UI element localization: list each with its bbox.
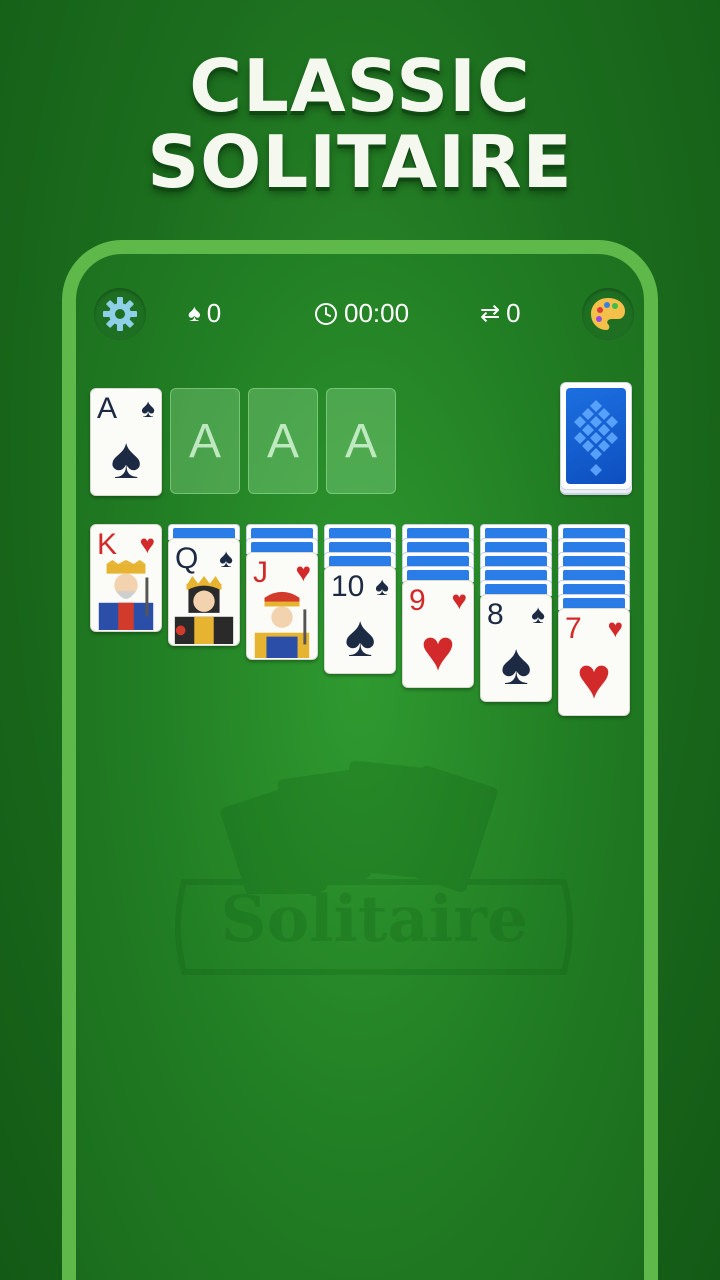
swap-arrows-icon: ⇄: [480, 300, 501, 327]
card-rank: 8: [487, 598, 504, 631]
card-suit-large: ♥: [576, 646, 612, 711]
tableau-card-nine[interactable]: 9 ♥ ♥: [402, 580, 474, 688]
card-suit-small: ♥: [139, 529, 155, 559]
top-bar: ♠ 0 00:00 ⇄ 0: [76, 254, 644, 374]
card-rank: Q: [175, 542, 199, 575]
promo-title: CLASSIC SOLITAIRE: [0, 48, 720, 200]
card-rank: J: [253, 556, 268, 589]
card-suit-small: ♠: [219, 543, 233, 573]
stock-pile[interactable]: [560, 382, 632, 490]
card-rank: 10: [331, 570, 365, 603]
score-value: 0: [206, 298, 222, 328]
promo-title-line2: SOLITAIRE: [147, 120, 573, 204]
moves-value: 0: [506, 298, 521, 328]
card-back: [566, 388, 626, 484]
card-rank: K: [97, 528, 118, 561]
king-face-art: [98, 560, 154, 630]
gear-icon: [103, 297, 137, 331]
foundation-slot-4[interactable]: A: [326, 388, 396, 494]
phone-frame: ♠ 0 00:00 ⇄ 0 A ♠ ♠ A A A K ♥ Q ♠ J ♥ 10…: [62, 240, 658, 1280]
card-suit-small: ♠: [141, 393, 155, 423]
card-suit-large: ♠: [500, 632, 532, 697]
queen-face-art: [174, 575, 234, 644]
card-suit-small: ♠: [531, 599, 545, 629]
settings-button[interactable]: [94, 288, 146, 340]
jack-face-art: [254, 591, 310, 658]
tableau-card-jack[interactable]: J ♥: [246, 552, 318, 660]
timer-display: 00:00: [314, 298, 409, 329]
card-rank: 9: [409, 584, 426, 617]
card-rank: 7: [565, 612, 582, 645]
watermark-text: Solitaire: [220, 882, 528, 957]
foundation-placeholder: A: [188, 414, 221, 468]
card-suit-small: ♥: [607, 613, 623, 643]
tableau-card-king[interactable]: K ♥: [90, 524, 162, 632]
tableau-card-seven[interactable]: 7 ♥ ♥: [558, 608, 630, 716]
card-suit-large: ♠: [110, 426, 142, 491]
card-suit-small: ♠: [375, 571, 389, 601]
card-rank: A: [97, 392, 118, 425]
solitaire-watermark-logo: Solitaire: [164, 754, 584, 994]
tableau-card-queen[interactable]: Q ♠: [168, 538, 240, 646]
foundation-spades[interactable]: A ♠ ♠: [90, 388, 162, 496]
moves-display: ⇄ 0: [480, 298, 521, 329]
foundation-slot-3[interactable]: A: [248, 388, 318, 494]
card-suit-small: ♥: [295, 557, 311, 587]
timer-value: 00:00: [344, 298, 410, 328]
foundation-placeholder: A: [344, 414, 377, 468]
card-suit-large: ♥: [420, 618, 456, 683]
spade-icon: ♠: [188, 299, 201, 327]
promo-title-line1: CLASSIC: [189, 44, 531, 128]
palette-icon: [591, 298, 625, 330]
diamond-pattern-icon: [574, 400, 618, 476]
theme-button[interactable]: [582, 288, 634, 340]
foundation-slot-2[interactable]: A: [170, 388, 240, 494]
foundation-placeholder: A: [266, 414, 299, 468]
card-suit-large: ♠: [344, 604, 376, 669]
tableau-card-eight[interactable]: 8 ♠ ♠: [480, 594, 552, 702]
score-display: ♠ 0: [188, 298, 221, 329]
card-suit-small: ♥: [451, 585, 467, 615]
clock-icon: [315, 302, 337, 325]
tableau-card-ten[interactable]: 10 ♠ ♠: [324, 566, 396, 674]
